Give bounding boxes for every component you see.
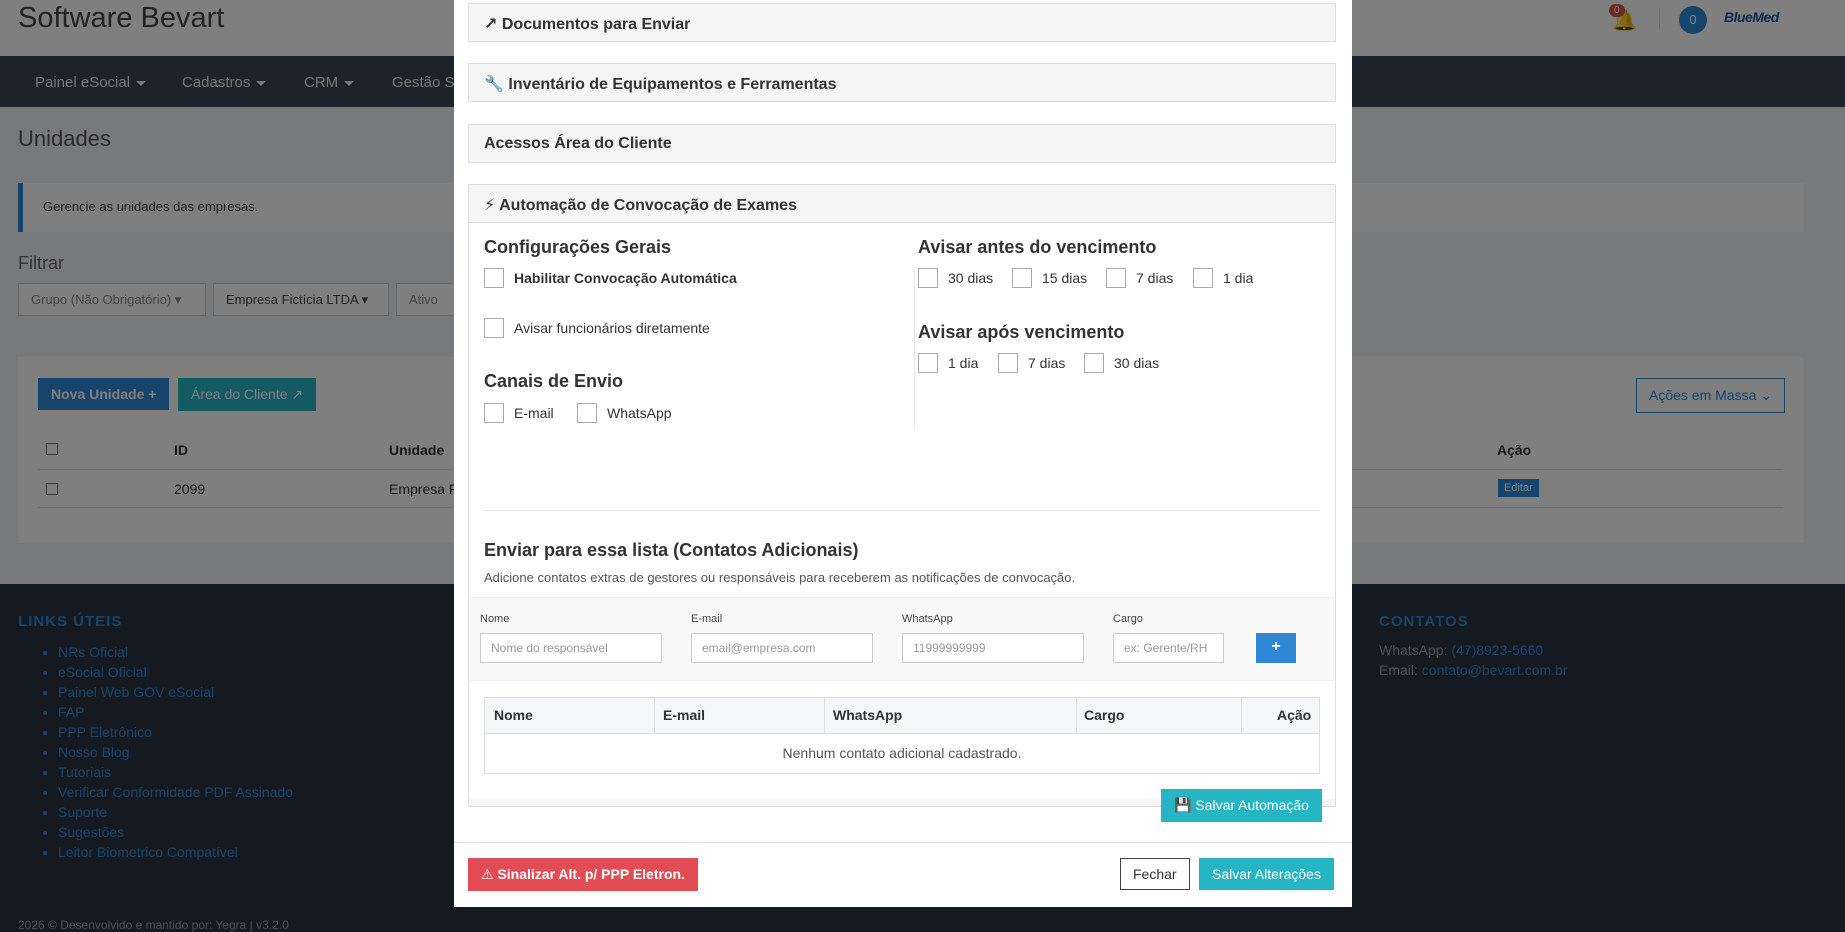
contacts-description: Adicione contatos extras de gestores ou … (484, 570, 1076, 585)
save-changes-button[interactable]: Salvar Alterações (1199, 858, 1334, 890)
accordion-automation: ⚡ Automação de Convocação de Exames Conf… (468, 184, 1336, 822)
after-30-days-checkbox[interactable] (1084, 353, 1104, 373)
column-divider (1076, 698, 1077, 734)
flag-ppp-button[interactable]: ⚠ Sinalizar Alt. p/ PPP Eletron. (468, 858, 698, 891)
section-divider (484, 510, 1320, 511)
after-due-title: Avisar após vencimento (918, 322, 1125, 342)
bolt-icon: ⚡ (484, 197, 496, 214)
contacts-header-action: Ação (1277, 707, 1312, 723)
channel-email-label[interactable]: E-mail (514, 405, 554, 421)
general-settings-title: Configurações Gerais (484, 237, 672, 257)
after-1-day-label[interactable]: 1 dia (948, 355, 978, 371)
channel-email-checkbox[interactable] (484, 403, 504, 423)
before-15-days-label[interactable]: 15 dias (1042, 270, 1087, 286)
contacts-header-whatsapp: WhatsApp (833, 707, 903, 723)
automation-body: Configurações Gerais Habilitar Convocaçã… (469, 222, 1335, 822)
contacts-header-name: Nome (494, 707, 533, 723)
accordion-title: Inventário de Equipamentos e Ferramentas (508, 76, 837, 93)
role-input[interactable] (1113, 633, 1224, 663)
accordion-title: Acessos Área do Cliente (484, 135, 672, 152)
whatsapp-field-label: WhatsApp (902, 613, 953, 625)
wrench-icon: 🔧 (484, 76, 504, 93)
accordion-client-access[interactable]: Acessos Área do Cliente (468, 124, 1336, 163)
column-divider (1241, 698, 1242, 734)
whatsapp-input[interactable] (902, 633, 1084, 663)
column-divider (654, 698, 655, 734)
button-label: Sinalizar Alt. p/ PPP Eletron. (497, 866, 685, 882)
modal-footer-divider (454, 842, 1352, 843)
save-automation-button[interactable]: 💾 Salvar Automação (1161, 789, 1322, 822)
after-7-days-checkbox[interactable] (998, 353, 1018, 373)
after-1-day-checkbox[interactable] (918, 353, 938, 373)
email-input[interactable] (691, 633, 873, 663)
before-1-day-checkbox[interactable] (1193, 268, 1213, 288)
column-divider (824, 698, 825, 734)
contacts-table-header: Nome E-mail WhatsApp Cargo Ação (485, 698, 1319, 734)
before-1-day-label[interactable]: 1 dia (1223, 270, 1253, 286)
after-30-days-label[interactable]: 30 dias (1114, 355, 1159, 371)
accordion-inventory[interactable]: 🔧 Inventário de Equipamentos e Ferrament… (468, 63, 1336, 102)
save-icon: 💾 (1174, 797, 1192, 813)
share-icon: ↗ (484, 16, 498, 33)
contacts-table: Nome E-mail WhatsApp Cargo Ação Nenhum c… (484, 697, 1320, 774)
warning-icon: ⚠ (481, 866, 494, 882)
notify-employees-checkbox[interactable] (484, 318, 504, 338)
name-field-label: Nome (480, 613, 510, 625)
button-label: Salvar Automação (1195, 797, 1309, 813)
name-input[interactable] (480, 633, 662, 663)
channel-whatsapp-label[interactable]: WhatsApp (607, 405, 672, 421)
before-7-days-checkbox[interactable] (1106, 268, 1126, 288)
notify-employees-label[interactable]: Avisar funcionários diretamente (514, 320, 710, 336)
after-7-days-label[interactable]: 7 dias (1028, 355, 1065, 371)
role-field-label: Cargo (1113, 613, 1143, 625)
channel-whatsapp-checkbox[interactable] (577, 403, 597, 423)
contacts-header-role: Cargo (1084, 707, 1125, 723)
accordion-header[interactable]: ⚡ Automação de Convocação de Exames (469, 185, 1335, 222)
email-field-label: E-mail (691, 613, 723, 625)
enable-auto-convocation-checkbox[interactable] (484, 268, 504, 288)
accordion-documents[interactable]: ↗ Documentos para Enviar (468, 3, 1336, 42)
before-7-days-label[interactable]: 7 dias (1136, 270, 1173, 286)
accordion-title: Automação de Convocação de Exames (499, 197, 797, 214)
before-15-days-checkbox[interactable] (1012, 268, 1032, 288)
accordion-title: Documentos para Enviar (501, 16, 691, 33)
before-due-title: Avisar antes do vencimento (918, 237, 1157, 257)
enable-auto-convocation-label[interactable]: Habilitar Convocação Automática (514, 270, 737, 286)
before-30-days-checkbox[interactable] (918, 268, 938, 288)
add-contact-form: Nome E-mail WhatsApp Cargo + (470, 597, 1334, 681)
channels-title: Canais de Envio (484, 371, 624, 391)
column-divider (914, 270, 915, 430)
add-contact-button[interactable]: + (1256, 633, 1296, 663)
unit-edit-modal: ↗ Documentos para Enviar 🔧 Inventário de… (454, 0, 1352, 907)
before-30-days-label[interactable]: 30 dias (948, 270, 993, 286)
contacts-header-email: E-mail (663, 707, 706, 723)
contacts-empty-message: Nenhum contato adicional cadastrado. (782, 745, 1022, 761)
contacts-title: Enviar para essa lista (Contatos Adicion… (484, 540, 859, 560)
close-button[interactable]: Fechar (1120, 858, 1190, 890)
